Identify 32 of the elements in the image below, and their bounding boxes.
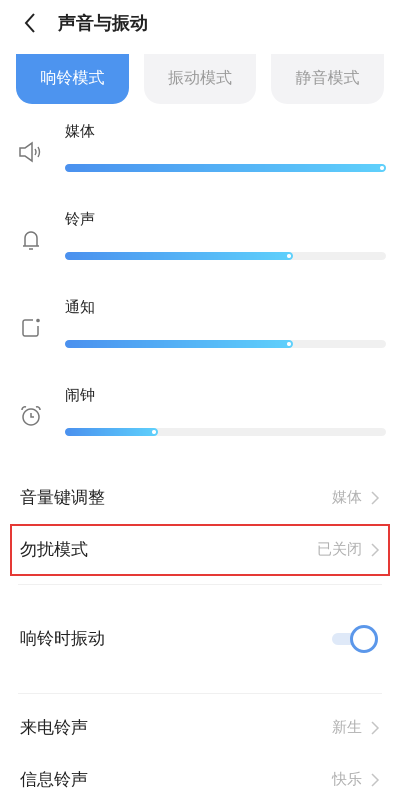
page-title: 声音与振动 bbox=[58, 12, 148, 34]
slider-thumb[interactable] bbox=[286, 342, 291, 346]
toggle-switch[interactable] bbox=[332, 625, 378, 653]
chevron-icon bbox=[370, 720, 380, 736]
volume-slider[interactable] bbox=[65, 252, 386, 260]
setting-label: 音量键调整 bbox=[20, 487, 106, 510]
setting-value: 已关闭 bbox=[317, 540, 362, 560]
setting-label: 勿扰模式 bbox=[20, 539, 89, 562]
setting-value: 媒体 bbox=[332, 488, 362, 508]
setting-label: 来电铃声 bbox=[20, 717, 89, 740]
slider-thumb[interactable] bbox=[286, 254, 291, 258]
volume-label: 通知 bbox=[65, 298, 95, 318]
setting-row[interactable]: 信息铃声 快乐 bbox=[10, 754, 390, 806]
slider-thumb[interactable] bbox=[152, 430, 156, 434]
setting-row[interactable]: 来电铃声 新生 bbox=[10, 702, 390, 754]
setting-label: 响铃时振动 bbox=[20, 628, 106, 650]
volume-label: 铃声 bbox=[65, 210, 95, 230]
setting-row[interactable]: 响铃时振动 bbox=[10, 593, 390, 685]
volume-slider[interactable] bbox=[65, 164, 386, 172]
highlighted-setting-row[interactable]: 勿扰模式 已关闭 bbox=[10, 524, 390, 576]
volume-label: 闹钟 bbox=[65, 386, 95, 406]
volume-label: 媒体 bbox=[65, 122, 95, 142]
slider-thumb[interactable] bbox=[380, 166, 384, 170]
setting-label: 信息铃声 bbox=[20, 769, 89, 792]
setting-row[interactable]: 音量键调整 媒体 bbox=[10, 472, 390, 524]
volume-slider[interactable] bbox=[65, 428, 386, 436]
setting-value: 新生 bbox=[332, 718, 362, 738]
volume-slider[interactable] bbox=[65, 340, 386, 348]
setting-value: 快乐 bbox=[332, 770, 362, 790]
chevron-icon bbox=[370, 490, 380, 506]
chevron-icon bbox=[370, 542, 380, 558]
chevron-icon bbox=[370, 772, 380, 788]
